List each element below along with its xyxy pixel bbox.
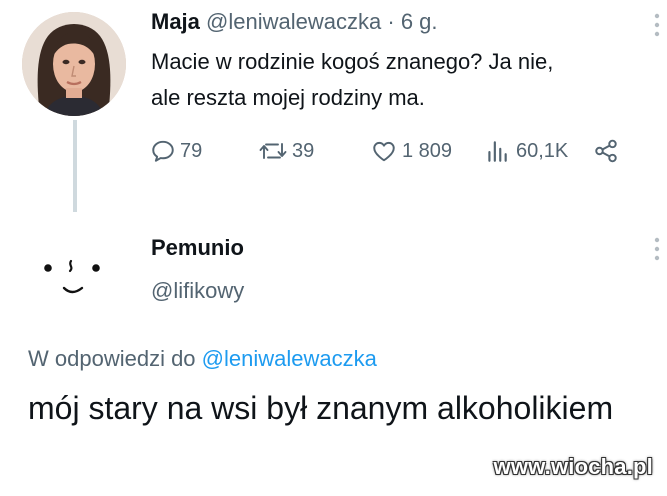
share-icon	[592, 138, 620, 164]
reply-author-name[interactable]: Pemunio	[151, 235, 244, 261]
reply-button[interactable]: 79	[150, 138, 202, 164]
separator-dot: ·	[387, 9, 395, 34]
author-handle[interactable]: @leniwalewaczka	[206, 9, 381, 34]
views-count: 60,1K	[516, 139, 569, 162]
views-button[interactable]: 60,1K	[484, 138, 568, 164]
avatar[interactable]	[22, 12, 126, 116]
reply-mention-link[interactable]: @leniwalewaczka	[202, 346, 377, 371]
share-button[interactable]	[592, 138, 620, 164]
reply-context: W odpowiedzi do @leniwalewaczka	[28, 346, 377, 372]
thread-connector-line	[73, 120, 77, 212]
author-name[interactable]: Maja	[151, 9, 200, 34]
like-button[interactable]: 1 809	[370, 138, 452, 164]
reply-author-handle[interactable]: @lifikowy	[151, 278, 244, 304]
watermark: www.wiocha.pl	[493, 454, 653, 479]
tweet-thread-screenshot: Maja @leniwalewaczka · 6 g. Macie w rodz…	[0, 0, 667, 496]
like-count: 1 809	[402, 139, 453, 162]
tweet-text: Macie w rodzinie kogoś znanego? Ja nie, …	[151, 44, 667, 116]
tweet-timestamp[interactable]: 6 g.	[401, 9, 438, 34]
reply-context-prefix: W odpowiedzi do	[28, 346, 196, 371]
reply-icon	[150, 138, 176, 164]
retweet-count: 39	[292, 139, 315, 162]
reply-count: 79	[180, 139, 203, 162]
tweet-author-line: Maja @leniwalewaczka · 6 g.	[151, 9, 438, 35]
lenny-face-icon	[44, 259, 100, 294]
tweet-text-line: ale reszta mojej rodziny ma.	[151, 85, 425, 110]
like-icon	[370, 138, 398, 164]
reply-text: mój stary na wsi był znanym alkoholikiem	[28, 390, 614, 426]
retweet-button[interactable]: 39	[258, 138, 314, 164]
tweet-text-line: Macie w rodzinie kogoś znanego? Ja nie,	[151, 49, 554, 74]
reply-avatar[interactable]	[36, 240, 116, 304]
more-icon[interactable]	[654, 236, 660, 266]
avatar-photo-image	[22, 12, 126, 116]
retweet-icon	[258, 138, 288, 164]
views-icon	[484, 138, 510, 164]
more-icon[interactable]	[654, 12, 660, 42]
